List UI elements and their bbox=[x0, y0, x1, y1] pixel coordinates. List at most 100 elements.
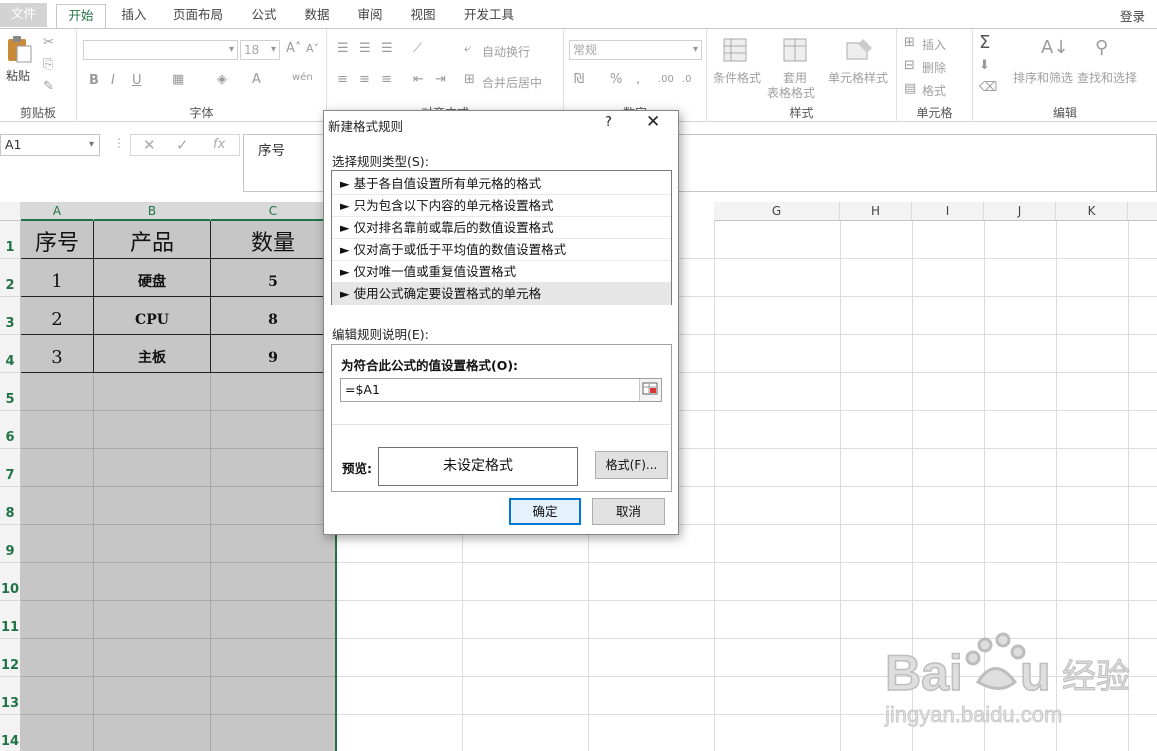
cell[interactable] bbox=[94, 525, 211, 563]
conditional-format-icon[interactable] bbox=[722, 37, 752, 65]
tab-insert[interactable]: 插入 bbox=[112, 4, 156, 28]
rule-option-contains[interactable]: ► 只为包含以下内容的单元格设置格式 bbox=[332, 195, 671, 217]
select-all-corner[interactable] bbox=[0, 202, 21, 221]
cell[interactable] bbox=[211, 411, 336, 449]
cell[interactable] bbox=[21, 677, 94, 715]
cell[interactable]: 9 bbox=[211, 335, 336, 373]
row-header[interactable]: 6 bbox=[0, 411, 21, 449]
fill-color-icon[interactable]: ◈ bbox=[217, 72, 227, 87]
tab-view[interactable]: 视图 bbox=[401, 4, 445, 28]
row-header[interactable]: 9 bbox=[0, 525, 21, 563]
decrease-decimal-icon[interactable]: .0 bbox=[682, 74, 692, 85]
insert-cells-button[interactable]: 插入 bbox=[922, 36, 946, 53]
row-header[interactable]: 14 bbox=[0, 715, 21, 751]
format-cells-button[interactable]: 格式 bbox=[922, 82, 946, 99]
cell[interactable] bbox=[21, 449, 94, 487]
autosum-icon[interactable]: Σ bbox=[979, 32, 990, 53]
row-header[interactable]: 12 bbox=[0, 639, 21, 677]
cell[interactable]: 数量 bbox=[211, 221, 336, 259]
rule-option-use-formula[interactable]: ► 使用公式确定要设置格式的单元格 bbox=[332, 283, 671, 305]
col-header-h[interactable]: H bbox=[840, 202, 912, 221]
clear-icon[interactable]: ⌫ bbox=[979, 80, 997, 95]
cell[interactable] bbox=[211, 487, 336, 525]
rule-type-list[interactable]: ► 基于各自值设置所有单元格的格式 ► 只为包含以下内容的单元格设置格式 ► 仅… bbox=[331, 170, 672, 305]
cell[interactable] bbox=[211, 639, 336, 677]
rule-option-format-all[interactable]: ► 基于各自值设置所有单元格的格式 bbox=[332, 173, 671, 195]
accounting-icon[interactable]: ₪ bbox=[574, 72, 584, 87]
cell[interactable] bbox=[21, 487, 94, 525]
conditional-format-button[interactable]: 条件格式 bbox=[713, 69, 761, 86]
cancel-button[interactable]: 取消 bbox=[592, 498, 665, 525]
cell[interactable] bbox=[21, 525, 94, 563]
tab-review[interactable]: 审阅 bbox=[348, 4, 392, 28]
orientation-icon[interactable]: ⟋ bbox=[413, 41, 422, 56]
border-icon[interactable]: ▦ bbox=[172, 72, 184, 87]
find-select-icon[interactable]: ⚲ bbox=[1095, 37, 1108, 58]
cell[interactable] bbox=[94, 715, 211, 751]
cell[interactable] bbox=[21, 715, 94, 751]
cell[interactable] bbox=[94, 601, 211, 639]
increase-indent-icon[interactable]: ⇥ bbox=[435, 72, 446, 87]
cell[interactable]: 8 bbox=[211, 297, 336, 335]
cell[interactable] bbox=[21, 563, 94, 601]
col-header-b[interactable]: B bbox=[94, 202, 211, 221]
percent-icon[interactable]: % bbox=[610, 72, 622, 87]
sort-filter-button[interactable]: 排序和筛选 bbox=[1013, 69, 1073, 86]
cell[interactable] bbox=[211, 601, 336, 639]
wrap-text-icon[interactable]: ⤶ bbox=[464, 41, 471, 56]
cell[interactable]: 2 bbox=[21, 297, 94, 335]
cell[interactable] bbox=[21, 639, 94, 677]
row-header[interactable]: 2 bbox=[0, 259, 21, 297]
cell[interactable]: 1 bbox=[21, 259, 94, 297]
row-header[interactable]: 4 bbox=[0, 335, 21, 373]
font-color-icon[interactable]: A bbox=[252, 72, 261, 87]
find-select-button[interactable]: 查找和选择 bbox=[1077, 69, 1137, 86]
cell[interactable]: 5 bbox=[211, 259, 336, 297]
cell[interactable] bbox=[21, 411, 94, 449]
tab-home[interactable]: 开始 bbox=[56, 4, 106, 28]
delete-cells-button[interactable]: 删除 bbox=[922, 59, 946, 76]
cell[interactable] bbox=[21, 373, 94, 411]
cell[interactable]: CPU bbox=[94, 297, 211, 335]
cell[interactable] bbox=[21, 601, 94, 639]
merge-center-button[interactable]: 合并后居中 bbox=[482, 74, 542, 91]
paste-label[interactable]: 粘贴 bbox=[6, 67, 30, 84]
cell-styles-button[interactable]: 单元格样式 bbox=[828, 69, 888, 86]
format-painter-icon[interactable]: ✎ bbox=[43, 79, 54, 94]
row-header[interactable]: 8 bbox=[0, 487, 21, 525]
phonetic-icon[interactable]: wén bbox=[292, 72, 313, 83]
enter-formula-icon[interactable]: ✓ bbox=[176, 136, 189, 154]
col-header-c[interactable]: C bbox=[211, 202, 336, 221]
cell[interactable]: 主板 bbox=[94, 335, 211, 373]
cell[interactable] bbox=[211, 373, 336, 411]
login-link[interactable]: 登录 bbox=[1120, 6, 1145, 25]
decrease-font-icon[interactable]: A˅ bbox=[306, 42, 319, 55]
insert-cells-icon[interactable]: ⊞ bbox=[904, 35, 915, 50]
italic-icon[interactable]: I bbox=[111, 73, 115, 88]
copy-icon[interactable]: ⎘ bbox=[43, 57, 53, 72]
font-name-combo[interactable] bbox=[83, 40, 238, 60]
cell[interactable] bbox=[211, 677, 336, 715]
col-header-g[interactable]: G bbox=[714, 202, 840, 221]
range-selector-button[interactable] bbox=[639, 379, 661, 401]
cell[interactable] bbox=[94, 411, 211, 449]
sort-filter-icon[interactable]: A↓ bbox=[1041, 37, 1068, 58]
row-header[interactable]: 7 bbox=[0, 449, 21, 487]
ok-button[interactable]: 确定 bbox=[509, 498, 581, 525]
cell[interactable] bbox=[211, 449, 336, 487]
cell-styles-icon[interactable] bbox=[845, 37, 875, 65]
cell[interactable]: 3 bbox=[21, 335, 94, 373]
cell[interactable] bbox=[211, 525, 336, 563]
tab-page-layout[interactable]: 页面布局 bbox=[165, 4, 231, 28]
cell[interactable] bbox=[94, 563, 211, 601]
tab-developer[interactable]: 开发工具 bbox=[456, 4, 522, 28]
tab-data[interactable]: 数据 bbox=[295, 4, 339, 28]
col-header-k[interactable]: K bbox=[1056, 202, 1128, 221]
tab-formulas[interactable]: 公式 bbox=[242, 4, 286, 28]
cell[interactable]: 产品 bbox=[94, 221, 211, 259]
row-header[interactable]: 11 bbox=[0, 601, 21, 639]
cell[interactable] bbox=[94, 639, 211, 677]
increase-font-icon[interactable]: A˄ bbox=[286, 41, 301, 56]
row-header[interactable]: 1 bbox=[0, 221, 21, 259]
row-header[interactable]: 10 bbox=[0, 563, 21, 601]
